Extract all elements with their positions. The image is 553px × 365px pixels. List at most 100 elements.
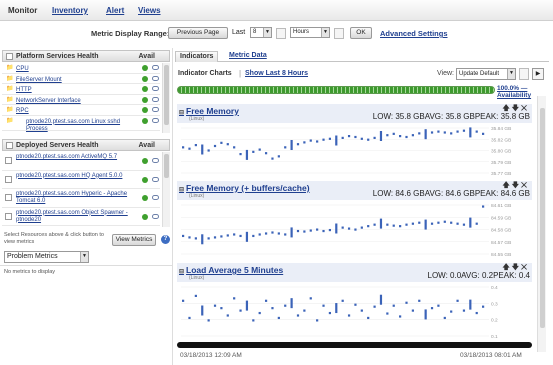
chart-title[interactable]: ⊟ Free Memory (+ buffers/cache) [179, 183, 310, 193]
tab-metric-data[interactable]: Metric Data [225, 51, 271, 62]
data-point [239, 234, 242, 238]
comment-icon[interactable] [152, 176, 159, 182]
select-all-checkbox[interactable] [6, 53, 13, 60]
data-point [220, 141, 223, 144]
nav-monitor[interactable]: Monitor [8, 6, 37, 15]
comment-icon[interactable] [152, 158, 159, 163]
resource-link[interactable]: ptnode20.ptest.sas.com HQ Agent 5.0.0 [16, 173, 134, 180]
list-item[interactable]: ptnode20.ptest.sas.com ActiveMQ 5.7 [2, 152, 160, 171]
deployed-scrollbar[interactable] [162, 152, 170, 227]
problem-metrics-select[interactable]: Problem Metrics ▼ [4, 251, 89, 263]
data-point [475, 130, 478, 133]
availability-link[interactable]: Availability [497, 92, 531, 99]
platform-scrollbar[interactable] [162, 63, 170, 133]
play-icon[interactable]: ▶ [532, 68, 544, 80]
list-item[interactable]: 📁 HTTP [2, 84, 160, 95]
availability-bar [177, 86, 495, 94]
folder-icon: 📁 [6, 117, 14, 124]
collapse-icon[interactable]: ⊟ [179, 187, 184, 193]
close-icon[interactable]: ✕ [521, 264, 529, 271]
row-checkbox[interactable] [5, 157, 12, 164]
data-point [462, 309, 466, 312]
status-ok-icon [142, 65, 148, 71]
view-select[interactable]: Update Default ▼ [456, 68, 516, 80]
resource-link[interactable]: ptnode20.ptest.sas.com ActiveMQ 5.7 [16, 154, 134, 161]
view-metrics-button[interactable]: View Metrics [112, 234, 156, 246]
row-checkbox[interactable] [5, 175, 12, 183]
indicator-charts-label: Indicator Charts [178, 70, 232, 77]
spin-button[interactable] [276, 28, 286, 39]
resource-link[interactable]: HTTP [16, 87, 134, 94]
charts-scrollbar[interactable] [537, 96, 546, 352]
move-down-icon[interactable]: 🡇 [512, 264, 521, 271]
availability-percent[interactable]: 100.0% — [497, 85, 527, 92]
previous-page-button[interactable]: Previous Page [168, 27, 228, 39]
data-point [424, 129, 427, 140]
y-tick-label: 35.84 GB [491, 126, 511, 132]
collapse-icon[interactable]: ⊟ [179, 269, 184, 275]
move-up-icon[interactable]: 🡅 [503, 264, 512, 271]
nav-views[interactable]: Views [138, 6, 161, 15]
advanced-settings-link[interactable]: Advanced Settings [380, 29, 448, 38]
list-item[interactable]: ptnode20.ptest.sas.com Hyperic - Apache … [2, 189, 160, 208]
data-point [194, 237, 197, 240]
row-checkbox[interactable] [5, 194, 12, 201]
select-all-checkbox[interactable] [6, 142, 13, 149]
show-last-link[interactable]: Show Last 8 Hours [245, 70, 308, 77]
resource-link[interactable]: ptnode20.ptest.sas.com Object Spawner - … [16, 210, 134, 224]
resource-link[interactable]: ptnode20.ptest.sas.com Hyperic - Apache … [16, 191, 134, 205]
data-point [469, 217, 472, 228]
comment-icon[interactable] [152, 75, 159, 81]
tab-indicators[interactable]: Indicators [175, 51, 219, 62]
resource-link[interactable]: RPC [16, 108, 134, 115]
stat-low: 35.8 GB [395, 112, 425, 121]
comment-icon[interactable] [152, 86, 159, 91]
list-item[interactable]: ptnode20.ptest.sas.com HQ Agent 5.0.0 [2, 171, 160, 189]
close-icon[interactable]: ✕ [521, 105, 529, 112]
comment-icon[interactable] [152, 213, 159, 219]
chart-title[interactable]: ⊟ Load Average 5 Minutes [179, 265, 283, 275]
comment-icon[interactable] [152, 96, 159, 102]
list-item[interactable]: 📁 NetworkServer Interface [2, 95, 160, 105]
view-spin-button[interactable] [519, 68, 529, 80]
comment-icon[interactable] [152, 195, 159, 200]
data-point [456, 222, 459, 225]
chart-stats: LOW: 0.0AVG: 0.2PEAK: 0.4 [427, 271, 531, 280]
last-count-select[interactable]: 8 ▼ [250, 27, 272, 38]
data-point [252, 319, 255, 322]
data-point [264, 232, 268, 235]
data-point [386, 134, 389, 137]
row-checkbox[interactable] [5, 212, 12, 220]
comment-icon[interactable] [152, 117, 159, 123]
data-point [245, 149, 249, 160]
view-label: View: [437, 70, 454, 77]
comment-icon[interactable] [152, 107, 159, 112]
list-item[interactable]: ptnode20.ptest.sas.com Object Spawner - … [2, 208, 160, 226]
move-up-icon[interactable]: 🡅 [503, 105, 512, 112]
list-item[interactable]: 📁 RPC [2, 105, 160, 116]
list-item[interactable]: 📁 CPU [2, 63, 160, 74]
ok-button[interactable]: OK [350, 27, 372, 39]
move-down-icon[interactable]: 🡇 [512, 105, 521, 112]
resource-link[interactable]: CPU [16, 66, 134, 73]
resource-link[interactable]: FileServer Mount [16, 77, 134, 84]
nav-inventory[interactable]: Inventory [52, 6, 88, 15]
collapse-icon[interactable]: ⊟ [179, 110, 184, 116]
help-icon[interactable]: ? [161, 235, 170, 244]
data-point [379, 218, 383, 229]
move-up-icon[interactable]: 🡅 [503, 182, 512, 189]
resource-link[interactable]: ptnode20.ptest.sas.com Linux sshd Proces… [26, 119, 126, 133]
resource-link[interactable]: NetworkServer Interface [16, 98, 134, 105]
close-icon[interactable]: ✕ [521, 182, 529, 189]
data-point [239, 153, 242, 156]
nav-alert[interactable]: Alert [106, 6, 124, 15]
list-item[interactable]: 📁 FileServer Mount [2, 74, 160, 84]
indicator-chart: ⊟ Load Average 5 Minutes (Linux) 🡅🡇✕ LOW: 0.… [177, 263, 532, 341]
unit-select[interactable]: Hours ▼ [290, 27, 330, 38]
unit-spin-button[interactable] [334, 28, 344, 39]
data-point [354, 228, 357, 231]
list-item[interactable]: 📁 ptnode20.ptest.sas.com Linux sshd Proce… [2, 116, 160, 133]
move-down-icon[interactable]: 🡇 [512, 182, 521, 189]
chart-title[interactable]: ⊟ Free Memory [179, 106, 239, 116]
comment-icon[interactable] [152, 65, 159, 70]
